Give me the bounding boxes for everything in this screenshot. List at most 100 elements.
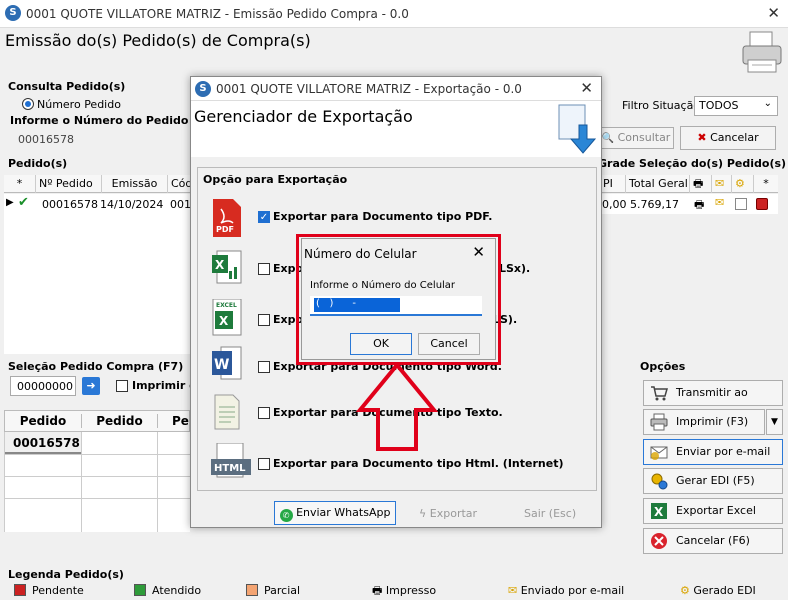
main-titlebar: S 0001 QUOTE VILLATORE MATRIZ - Emissão … <box>0 0 788 28</box>
svg-text:X: X <box>219 314 229 328</box>
exportar-excel-button[interactable]: X Exportar Excel <box>643 498 783 524</box>
bottom-table-body: 00016578 <box>4 432 191 532</box>
bottom-col-3: Pe <box>157 414 191 428</box>
search-icon: 🔍 <box>601 133 615 144</box>
email-icon <box>650 446 668 460</box>
cancelar-f6-label: Cancelar (F6) <box>676 534 750 547</box>
pdf-option-label: Exportar para Documento tipo PDF. <box>273 210 493 223</box>
texto-checkbox[interactable] <box>258 407 270 419</box>
arrow-up-icon <box>356 362 438 451</box>
legend-enviado: ✉ Enviado por e-mail <box>508 584 625 597</box>
highlight-box <box>296 234 501 365</box>
mail-icon: ✉ <box>508 584 518 597</box>
excel-xls-icon: EXCEL X <box>212 299 242 336</box>
row-pi: 0,00 <box>602 198 627 211</box>
row-num-pedido: 00016578 <box>42 198 98 211</box>
gerar-edi-label: Gerar EDI (F5) <box>676 474 755 487</box>
grade-label: Grade Seleção do(s) Pedido(s) <box>598 157 787 170</box>
exportar-label: Exportar <box>429 507 478 520</box>
row-cod: 001 <box>170 198 191 211</box>
consultar-label: Consultar <box>617 131 671 144</box>
imprimir-checkbox[interactable] <box>116 380 128 392</box>
enviar-whatsapp-button[interactable]: ✆ Enviar WhatsApp <box>274 501 396 525</box>
close-icon[interactable]: ✕ <box>580 79 593 97</box>
word-icon: W <box>212 346 242 380</box>
exportar-button[interactable]: ϟ Exportar <box>419 507 477 520</box>
col-total-geral: Total Geral <box>626 175 690 193</box>
row-printer-icon[interactable]: 🖶 <box>694 196 704 215</box>
xls-checkbox[interactable] <box>258 314 270 326</box>
col-star: * <box>4 175 36 193</box>
xlsx-checkbox[interactable] <box>258 263 270 275</box>
cancelar-label: Cancelar <box>710 131 759 144</box>
pedidos-label: Pedido(s) <box>8 157 68 170</box>
word-checkbox[interactable] <box>258 361 270 373</box>
text-file-icon <box>214 394 240 430</box>
imprimir-dropdown-arrow[interactable]: ▼ <box>766 409 783 435</box>
arrow-right-icon[interactable]: ➜ <box>82 377 100 395</box>
app-logo-icon: S <box>5 5 21 21</box>
table-row[interactable]: 00016578 <box>5 432 81 454</box>
pedidos-table-body <box>4 214 190 354</box>
whatsapp-label: Enviar WhatsApp <box>296 506 391 519</box>
filtro-select[interactable]: TODOS ⌄ <box>694 96 778 116</box>
col-cod: Cód <box>171 177 190 190</box>
export-download-icon <box>558 104 597 154</box>
col-star-right: * <box>763 177 769 190</box>
imprimir-label-btn: Imprimir (F3) <box>676 415 749 428</box>
printer-icon[interactable] <box>740 30 784 76</box>
pedidos-table-header: * Nº Pedido Emissão Cód <box>4 175 190 193</box>
bottom-col-1: Pedido <box>19 414 67 428</box>
printer-icon: 🖶 <box>372 584 383 597</box>
row-pointer-icon: ▶ <box>6 197 14 208</box>
status-badge <box>756 198 768 210</box>
row-mail-icon[interactable]: ✉ <box>715 196 724 209</box>
check-icon: ✔ <box>18 195 29 210</box>
informe-label: Informe o Número do Pedido <box>10 114 189 127</box>
gears-icon <box>651 473 668 490</box>
col-edi-icon: ⚙ <box>732 175 754 193</box>
close-icon[interactable]: ✕ <box>767 4 780 22</box>
legend-impresso: 🖶 Impresso <box>372 584 437 597</box>
selecao-input[interactable]: 00000000 <box>10 376 76 396</box>
export-heading: Gerenciador de Exportação <box>194 107 413 126</box>
printer-icon <box>650 413 668 431</box>
cancelar-f6-button[interactable]: Cancelar (F6) <box>643 528 783 554</box>
row-checkbox[interactable] <box>735 198 747 210</box>
filtro-label: Filtro Situação: <box>622 99 704 112</box>
excel-xlsx-icon: X <box>212 250 242 284</box>
legend-parcial: Parcial <box>246 584 300 598</box>
pedido-input[interactable]: 00016578 <box>10 130 188 150</box>
legend-pendente: Pendente <box>14 584 84 598</box>
grade-row[interactable]: 0,00 5.769,17 🖶 ✉ <box>600 194 778 214</box>
legend-edi: ⚙ Gerado EDI <box>680 584 756 597</box>
excel-icon: X <box>651 503 667 519</box>
svg-text:EXCEL: EXCEL <box>216 302 237 309</box>
radio-numero-pedido[interactable] <box>22 98 34 110</box>
gerar-edi-button[interactable]: Gerar EDI (F5) <box>643 468 783 494</box>
imprimir-button[interactable]: Imprimir (F3) <box>643 409 765 435</box>
cancelar-top-button[interactable]: ✖ Cancelar <box>680 126 776 150</box>
html-checkbox[interactable] <box>258 458 270 470</box>
transmitir-button[interactable]: Transmitir ao Fornec. <box>643 380 783 423</box>
filtro-value: TODOS <box>699 99 739 112</box>
col-printer-icon: 🖶 <box>690 175 712 193</box>
exportar-excel-label: Exportar Excel <box>676 504 756 517</box>
enviar-email-button[interactable]: Enviar por e-mail (F4) <box>643 439 783 482</box>
page-title: Emissão do(s) Pedido(s) de Compra(s) <box>5 31 311 50</box>
table-row[interactable]: ▶ ✔ 00016578 14/10/2024 001 <box>4 194 191 214</box>
bottom-col-2: Pedido <box>81 414 157 428</box>
consultar-button[interactable]: 🔍 Consultar <box>598 127 674 149</box>
svg-text:W: W <box>214 357 229 373</box>
app-logo-icon: S <box>195 81 211 97</box>
cancel-x-icon: ✖ <box>697 131 707 144</box>
pdf-icon: PDF <box>213 199 241 237</box>
selecao-label: Seleção Pedido Compra (F7) <box>8 360 184 373</box>
row-emissao: 14/10/2024 <box>100 198 164 211</box>
svg-text:PDF: PDF <box>216 225 234 234</box>
pdf-checkbox[interactable]: ✓ <box>258 211 270 223</box>
sair-button[interactable]: Sair (Esc) <box>524 507 576 520</box>
export-title: 0001 QUOTE VILLATORE MATRIZ - Exportação… <box>216 82 522 96</box>
opcoes-label: Opções <box>640 360 686 373</box>
html-option-label: Exportar para Documento tipo Html. (Inte… <box>273 457 564 470</box>
